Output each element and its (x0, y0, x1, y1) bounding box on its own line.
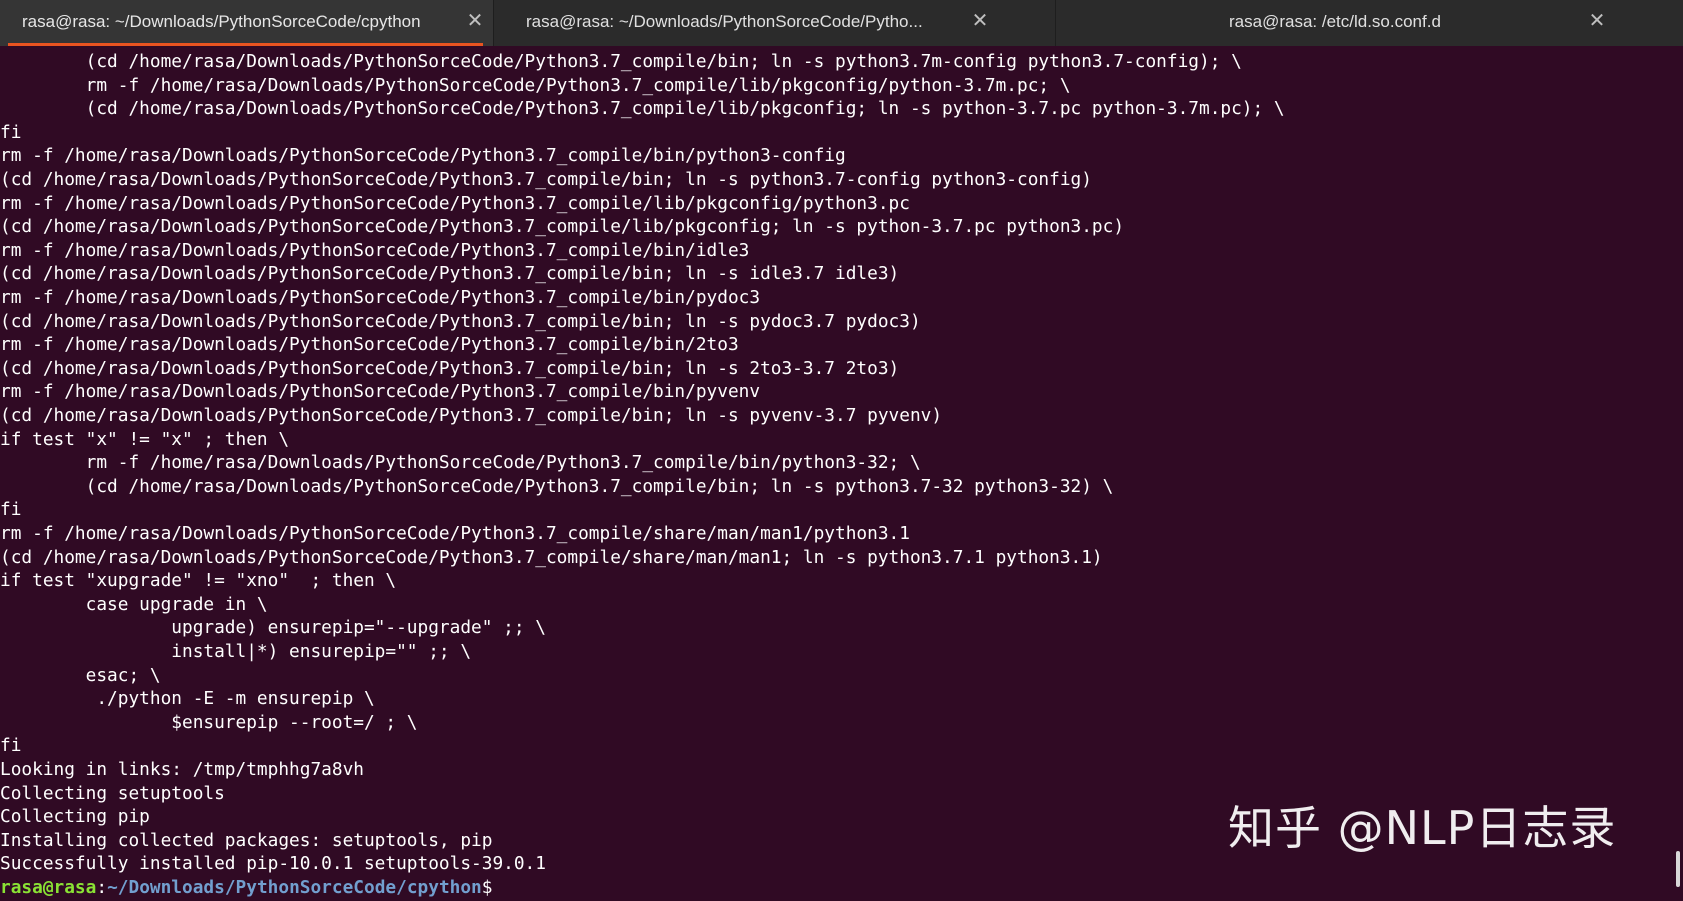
tab-title: rasa@rasa: /etc/ld.so.conf.d (1229, 12, 1441, 31)
tab-pythonsorcecode[interactable]: rasa@rasa: ~/Downloads/PythonSorceCode/P… (494, 0, 1056, 46)
tab-ld-so-conf[interactable]: rasa@rasa: /etc/ld.so.conf.d ✕ (1056, 0, 1683, 46)
terminal-line: fi (0, 121, 22, 143)
terminal-line: rm -f /home/rasa/Downloads/PythonSorceCo… (0, 74, 1071, 96)
terminal-line: rm -f /home/rasa/Downloads/PythonSorceCo… (0, 523, 910, 544)
terminal-line: if test "xupgrade" != "xno" ; then \ (0, 570, 397, 592)
close-icon[interactable]: ✕ (969, 10, 991, 32)
terminal-line: case upgrade in \ (0, 593, 268, 615)
terminal-line: rm -f /home/rasa/Downloads/PythonSorceCo… (0, 192, 910, 214)
terminal-line: (cd /home/rasa/Downloads/PythonSorceCode… (0, 310, 921, 332)
terminal-line: fi (0, 735, 22, 757)
terminal-output[interactable]: (cd /home/rasa/Downloads/PythonSorceCode… (0, 46, 1683, 901)
terminal-line: Installing collected packages: setuptool… (0, 829, 493, 851)
scrollbar-thumb[interactable] (1676, 851, 1680, 887)
terminal-line: if test "x" != "x" ; then \ (0, 428, 290, 450)
terminal-line: rm -f /home/rasa/Downloads/PythonSorceCo… (0, 452, 921, 474)
terminal-line: rm -f /home/rasa/Downloads/PythonSorceCo… (0, 145, 846, 167)
prompt-separator: : (96, 877, 108, 898)
tab-title: rasa@rasa: ~/Downloads/PythonSorceCode/P… (526, 12, 923, 31)
terminal-line: ./python -E -m ensurepip \ (0, 688, 375, 710)
terminal-prompt[interactable]: rasa@rasa:~/Downloads/PythonSorceCode/cp… (0, 876, 502, 900)
scrollbar[interactable] (1669, 46, 1683, 901)
prompt-user-host: rasa@rasa (0, 877, 97, 898)
terminal-line: Looking in links: /tmp/tmphhg7a8vh (0, 759, 364, 780)
terminal-line: (cd /home/rasa/Downloads/PythonSorceCode… (0, 216, 1125, 238)
terminal-line: Successfully installed pip-10.0.1 setupt… (0, 853, 546, 875)
tab-cpython[interactable]: rasa@rasa: ~/Downloads/PythonSorceCode/c… (0, 0, 494, 46)
terminal-line: rm -f /home/rasa/Downloads/PythonSorceCo… (0, 239, 750, 261)
terminal-line: esac; \ (0, 664, 161, 686)
terminal-line: upgrade) ensurepip="--upgrade" ;; \ (0, 617, 546, 639)
terminal-line: rm -f /home/rasa/Downloads/PythonSorceCo… (0, 381, 761, 403)
terminal-line: (cd /home/rasa/Downloads/PythonSorceCode… (0, 51, 1242, 72)
terminal-line: rm -f /home/rasa/Downloads/PythonSorceCo… (0, 287, 761, 308)
tab-bar: rasa@rasa: ~/Downloads/PythonSorceCode/c… (0, 0, 1683, 46)
terminal-line: Collecting pip (0, 806, 150, 828)
close-icon[interactable]: ✕ (464, 10, 486, 32)
terminal-line: install|*) ensurepip="" ;; \ (0, 641, 472, 662)
terminal-line: (cd /home/rasa/Downloads/PythonSorceCode… (0, 546, 1103, 568)
terminal-line: (cd /home/rasa/Downloads/PythonSorceCode… (0, 357, 900, 379)
prompt-path: ~/Downloads/PythonSorceCode/cpython (107, 877, 482, 898)
terminal-line: (cd /home/rasa/Downloads/PythonSorceCode… (0, 475, 1114, 497)
terminal-line: (cd /home/rasa/Downloads/PythonSorceCode… (0, 405, 943, 426)
watermark: 知乎 @NLP日志录 (1228, 801, 1617, 855)
terminal-line: (cd /home/rasa/Downloads/PythonSorceCode… (0, 98, 1285, 120)
terminal-line: (cd /home/rasa/Downloads/PythonSorceCode… (0, 263, 900, 285)
terminal-line: (cd /home/rasa/Downloads/PythonSorceCode… (0, 169, 1092, 190)
terminal-line: $ensurepip --root=/ ; \ (0, 711, 418, 733)
terminal-window: rasa@rasa: ~/Downloads/PythonSorceCode/c… (0, 0, 1683, 901)
terminal-line: fi (0, 499, 22, 521)
tab-title: rasa@rasa: ~/Downloads/PythonSorceCode/c… (22, 12, 421, 31)
terminal-line: rm -f /home/rasa/Downloads/PythonSorceCo… (0, 334, 739, 356)
terminal-line: Collecting setuptools (0, 782, 225, 804)
prompt-symbol: $ (481, 877, 493, 898)
close-icon[interactable]: ✕ (1586, 10, 1608, 32)
text-cursor (492, 876, 502, 896)
